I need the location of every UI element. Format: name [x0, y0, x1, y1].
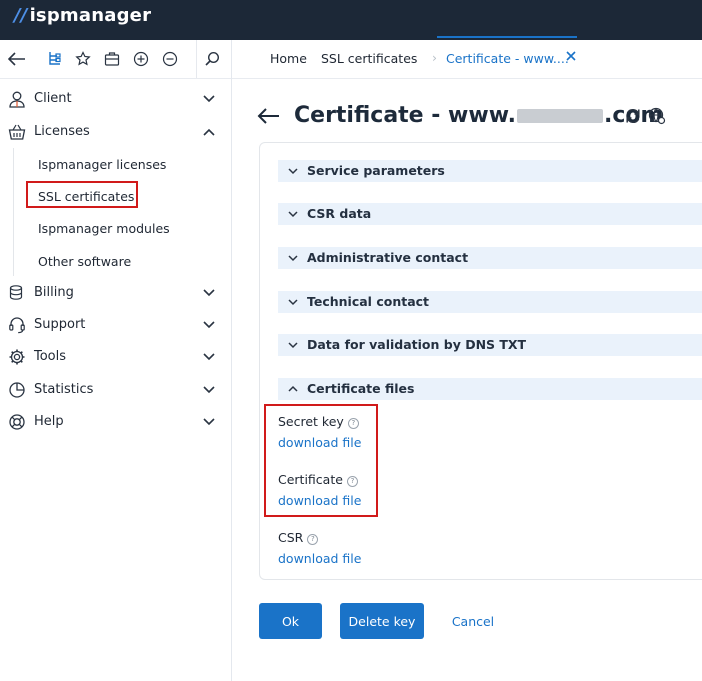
section-certificate-files[interactable]: Certificate files [278, 378, 702, 400]
close-tab-icon[interactable] [566, 49, 576, 64]
certificate-download-link[interactable]: download file [278, 493, 361, 508]
chevron-down-icon [200, 90, 218, 108]
back-arrow-icon[interactable] [256, 104, 282, 128]
submenu-guide-line [13, 148, 14, 276]
sidebar-item-licenses[interactable]: Licenses [0, 118, 231, 146]
refresh-icon[interactable] [624, 107, 642, 125]
sidebar-item-label: Billing [34, 285, 74, 300]
logo-text: ispmanager [29, 5, 152, 26]
sidebar-toolbar [0, 40, 231, 79]
redacted-domain [516, 109, 603, 123]
sidebar-subitem-ispmanager-modules[interactable]: Ispmanager modules [38, 221, 170, 236]
section-service-parameters[interactable]: Service parameters [278, 160, 702, 182]
chevron-down-icon [288, 342, 298, 349]
gear-icon [7, 347, 27, 367]
help-icon[interactable]: ? [346, 476, 358, 487]
sidebar-subitem-ispmanager-licenses[interactable]: Ispmanager licenses [38, 157, 166, 172]
sidebar-item-label: Tools [34, 349, 67, 364]
help-icon[interactable]: ? [307, 534, 319, 545]
chevron-up-icon [288, 385, 298, 392]
chevron-down-icon [288, 255, 298, 262]
sidebar-item-label: Licenses [34, 124, 90, 139]
csr-download-link[interactable]: download file [278, 551, 361, 566]
section-administrative-contact[interactable]: Administrative contact [278, 247, 702, 269]
chevron-down-icon [288, 211, 298, 218]
tab-ssl-certificates[interactable]: SSL certificates [321, 51, 417, 66]
tab-bar: Home SSL certificates › Certificate - ww… [232, 40, 702, 79]
section-dns-txt-validation[interactable]: Data for validation by DNS TXT [278, 334, 702, 356]
chevron-down-icon [200, 348, 218, 366]
chevron-up-icon [200, 123, 218, 141]
tab-certificate[interactable]: Certificate - www.... [446, 51, 569, 66]
section-label: Service parameters [307, 163, 445, 178]
section-label: Data for validation by DNS TXT [307, 337, 527, 352]
section-technical-contact[interactable]: Technical contact [278, 291, 702, 313]
delete-key-button[interactable]: Delete key [340, 603, 424, 639]
sidebar-item-tools[interactable]: Tools [0, 343, 231, 371]
sidebar-item-label: Support [34, 317, 86, 332]
sidebar-item-statistics[interactable]: Statistics [0, 376, 231, 404]
chevron-down-icon [200, 316, 218, 334]
chevron-down-icon [288, 168, 298, 175]
basket-icon [7, 122, 27, 142]
page-title: Certificate - www. .com [294, 103, 663, 128]
sidebar-item-support[interactable]: Support [0, 311, 231, 339]
sidebar-item-billing[interactable]: Billing [0, 279, 231, 307]
database-icon [7, 283, 27, 303]
back-arrow-icon[interactable] [6, 48, 28, 70]
field-label-text: CSR [278, 530, 304, 545]
sidebar-item-help[interactable]: Help [0, 408, 231, 436]
certificate-label: Certificate? [278, 472, 358, 487]
sidebar: Client Licenses Ispmanager licenses SSL … [0, 40, 232, 681]
secret-key-label: Secret key? [278, 414, 359, 429]
toolbar-divider [196, 40, 197, 78]
top-bar: //ispmanager [0, 0, 702, 40]
user-icon [7, 89, 27, 109]
section-label: Administrative contact [307, 250, 469, 265]
sidebar-item-label: Client [34, 91, 72, 106]
globe-settings-icon[interactable] [648, 107, 666, 125]
ok-button[interactable]: Ok [259, 603, 322, 639]
active-item-highlight [26, 181, 138, 208]
star-icon[interactable] [72, 48, 94, 70]
tab-home[interactable]: Home [270, 51, 307, 66]
lifebuoy-icon [7, 412, 27, 432]
section-label: CSR data [307, 206, 372, 221]
section-label: Technical contact [307, 294, 430, 309]
chevron-down-icon [288, 299, 298, 306]
headset-icon [7, 315, 27, 335]
csr-label: CSR? [278, 530, 319, 545]
field-label-text: Secret key [278, 414, 344, 429]
tree-icon[interactable] [44, 48, 66, 70]
plus-circle-icon[interactable] [130, 48, 152, 70]
sidebar-item-label: Statistics [34, 382, 94, 397]
active-tab-indicator [437, 36, 577, 38]
field-label-text: Certificate [278, 472, 343, 487]
minus-circle-icon[interactable] [159, 48, 181, 70]
page-title-prefix: Certificate - www. [294, 103, 516, 128]
chevron-down-icon [200, 413, 218, 431]
chevron-down-icon [200, 381, 218, 399]
chevron-down-icon [200, 284, 218, 302]
search-icon[interactable] [201, 48, 223, 70]
section-label: Certificate files [307, 381, 415, 396]
sidebar-item-client[interactable]: Client [0, 85, 231, 113]
help-icon[interactable]: ? [347, 418, 359, 429]
briefcase-icon[interactable] [101, 48, 123, 70]
sidebar-subitem-other-software[interactable]: Other software [38, 254, 131, 269]
secret-key-download-link[interactable]: download file [278, 435, 361, 450]
cancel-button[interactable]: Cancel [447, 603, 499, 639]
logo-mark: // [14, 5, 28, 26]
pie-chart-icon [7, 380, 27, 400]
tab-separator-icon: › [432, 50, 437, 65]
sidebar-item-label: Help [34, 414, 64, 429]
section-csr-data[interactable]: CSR data [278, 203, 702, 225]
app-logo[interactable]: //ispmanager [14, 5, 151, 26]
